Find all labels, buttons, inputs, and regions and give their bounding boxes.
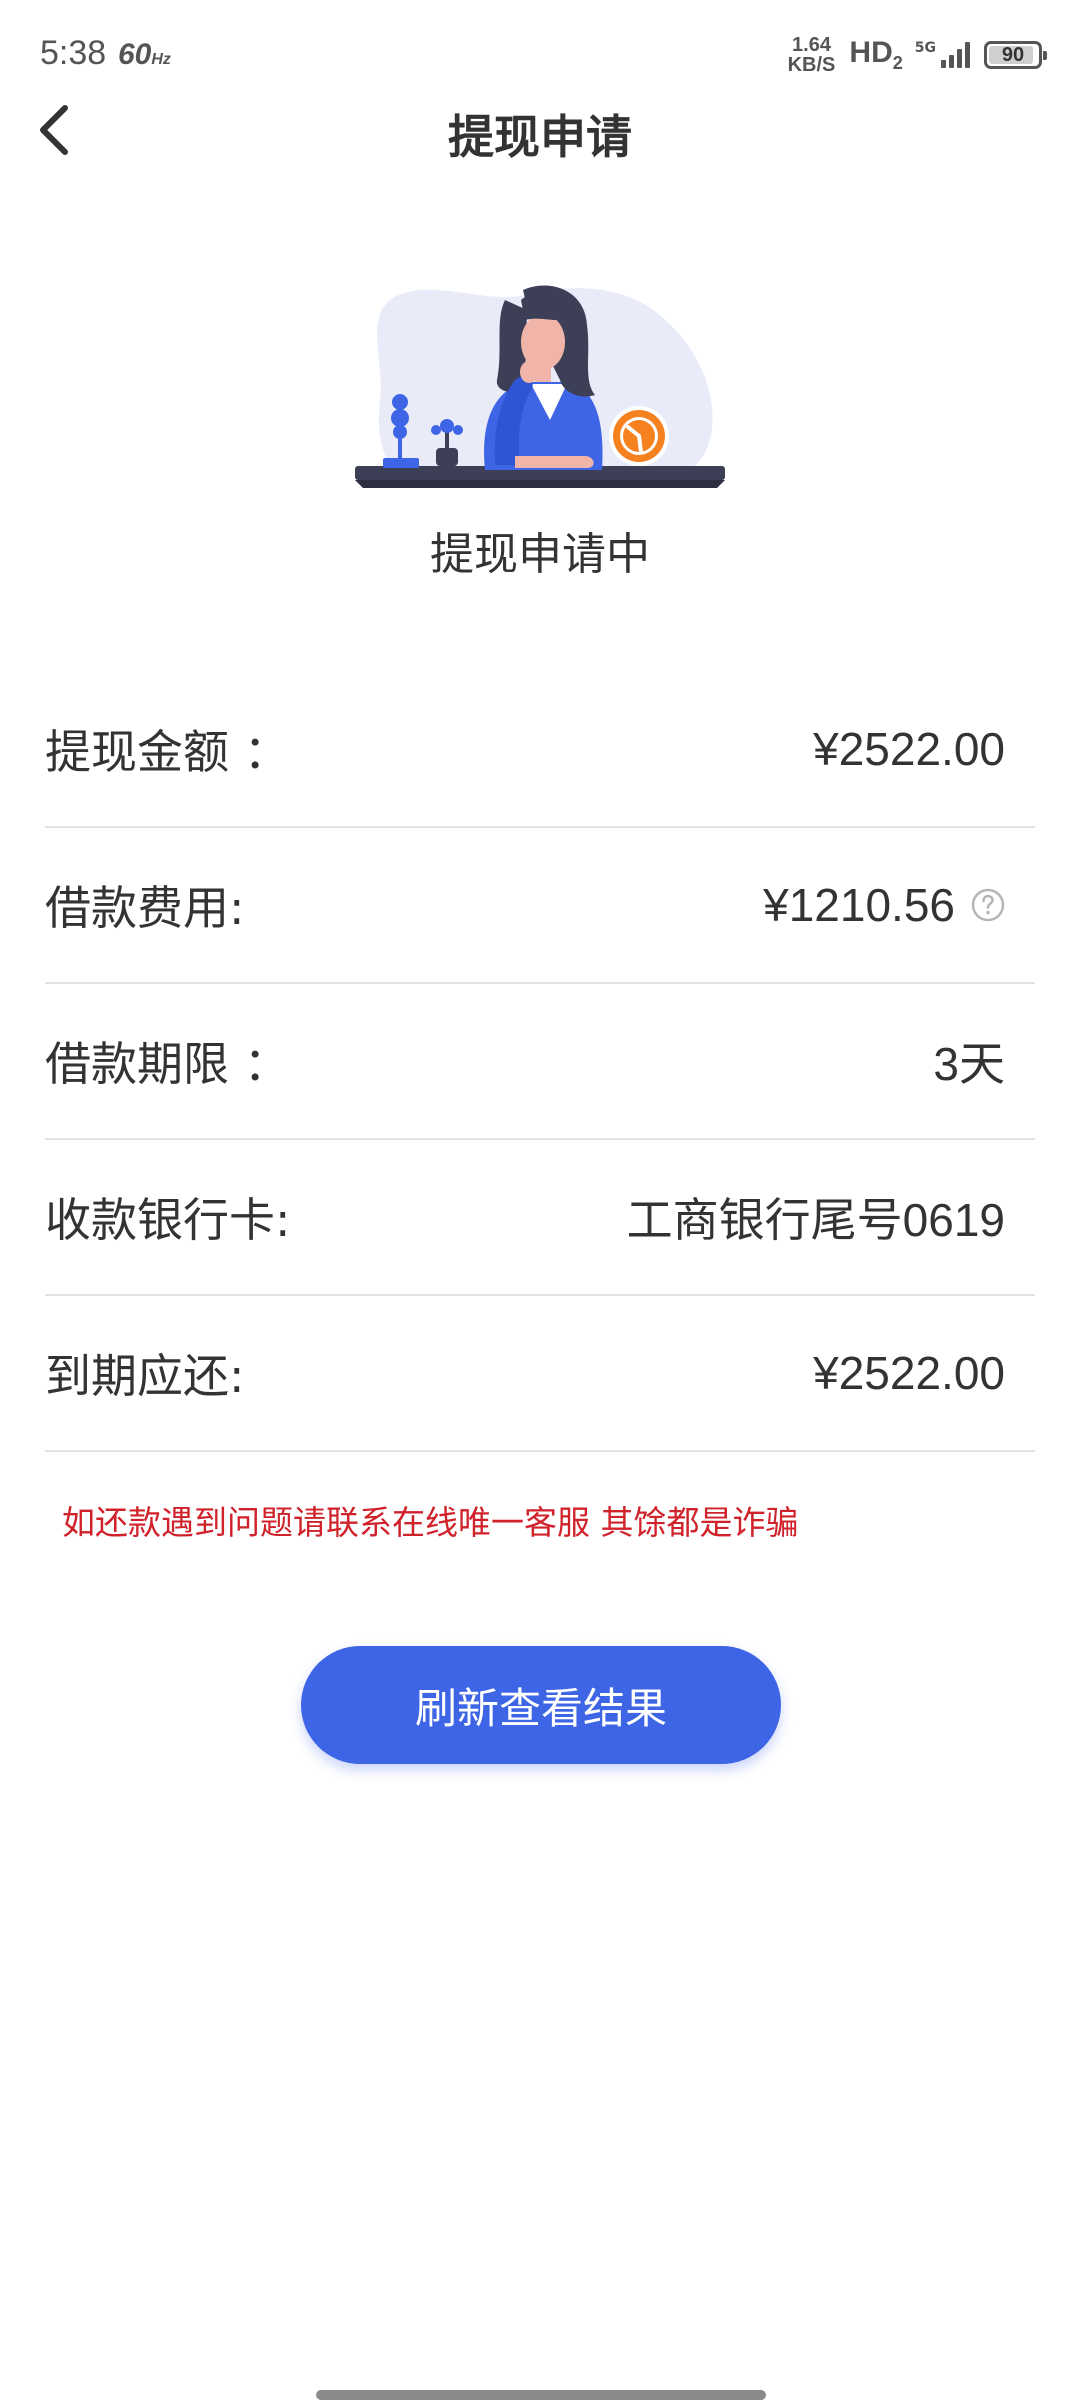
battery-level: 90 bbox=[1001, 43, 1025, 66]
info-value: 3天 bbox=[933, 1038, 1005, 1090]
withdrawal-info-list: 提现金额 ： ¥2522.00 借款费用: ¥1210.56 借款期限 ： 3天… bbox=[45, 672, 1035, 1452]
network-speed: 1.64 KB/S bbox=[787, 34, 836, 76]
info-label: 借款期限 ： bbox=[45, 1037, 290, 1091]
info-row-amount: 提现金额 ： ¥2522.00 bbox=[45, 672, 1035, 828]
hd-voice-indicator: HD2 bbox=[849, 36, 903, 73]
warning-notice: 如还款遇到问题请联系在线唯一客服 其馀都是诈骗 bbox=[62, 1503, 799, 1542]
info-label: 到期应还: bbox=[45, 1349, 245, 1403]
refresh-rate: 60Hz bbox=[118, 38, 171, 71]
info-row-due-amount: 到期应还: ¥2522.00 bbox=[45, 1296, 1035, 1452]
info-label: 收款银行卡: bbox=[45, 1193, 291, 1247]
page-title: 提现申请 bbox=[448, 110, 632, 164]
nav-bar: 提现申请 bbox=[0, 85, 1080, 175]
woman-at-desk-illustration bbox=[355, 285, 725, 488]
info-value: ¥2522.00 bbox=[813, 723, 1005, 775]
info-value: ¥1210.56 bbox=[763, 879, 955, 931]
info-label: 提现金额 ： bbox=[45, 725, 290, 779]
question-circle-icon[interactable] bbox=[971, 888, 1005, 922]
info-label: 借款费用: bbox=[45, 881, 245, 935]
info-row-fee: 借款费用: ¥1210.56 bbox=[45, 828, 1035, 984]
info-value: 工商银行尾号0619 bbox=[626, 1194, 1005, 1246]
network-type: 5G bbox=[914, 40, 936, 56]
signal-icon bbox=[938, 42, 970, 68]
info-row-bank-card: 收款银行卡: 工商银行尾号0619 bbox=[45, 1140, 1035, 1296]
status-time: 5:38 bbox=[40, 34, 107, 72]
refresh-result-button[interactable]: 刷新查看结果 bbox=[301, 1646, 781, 1764]
home-indicator[interactable] bbox=[316, 2390, 766, 2400]
info-row-term: 借款期限 ： 3天 bbox=[45, 984, 1035, 1140]
info-value: ¥2522.00 bbox=[813, 1347, 1005, 1399]
info-value-container: ¥1210.56 bbox=[763, 878, 1005, 932]
status-indicators: 1.64 KB/S HD2 5G 90 bbox=[787, 30, 1047, 80]
status-caption: 提现申请中 bbox=[430, 529, 650, 580]
battery-icon: 90 bbox=[984, 41, 1047, 69]
